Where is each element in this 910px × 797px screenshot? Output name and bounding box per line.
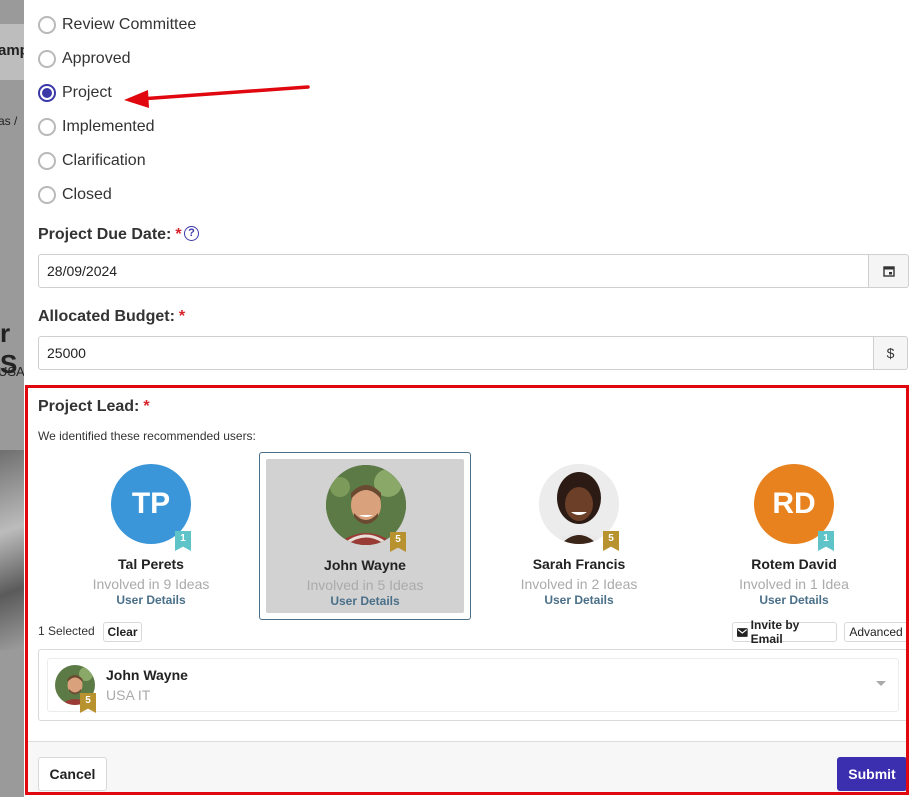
radio-label: Approved — [62, 50, 131, 67]
budget-label-text: Allocated Budget: — [38, 308, 175, 325]
radio-approved[interactable]: Approved — [38, 48, 131, 70]
radio-implemented[interactable]: Implemented — [38, 116, 155, 138]
radio-label: Implemented — [62, 118, 155, 135]
radio-button[interactable] — [38, 50, 56, 68]
required-mark: * — [175, 226, 182, 243]
radio-label: Clarification — [62, 152, 146, 169]
radio-button[interactable] — [38, 186, 56, 204]
background-image — [0, 450, 24, 650]
radio-label: Project — [62, 84, 112, 101]
required-mark: * — [178, 308, 186, 325]
calendar-button[interactable] — [869, 254, 909, 288]
project-lead-highlight-frame — [25, 385, 909, 795]
radio-clarification[interactable]: Clarification — [38, 150, 146, 172]
radio-label: Closed — [62, 186, 112, 203]
annotation-arrow-icon — [124, 85, 310, 108]
radio-button[interactable] — [38, 16, 56, 34]
budget-input[interactable]: 25000 — [38, 336, 874, 370]
radio-closed[interactable]: Closed — [38, 184, 112, 206]
question-circle-icon[interactable]: ? — [184, 226, 199, 241]
budget-label: Allocated Budget: * — [38, 308, 185, 326]
background-subtitle: USA — [0, 364, 24, 379]
radio-label: Review Committee — [62, 16, 197, 33]
status-change-modal: Review Committee Approved Project Implem… — [24, 0, 910, 797]
due-date-value: 28/09/2024 — [47, 263, 118, 279]
radio-button[interactable] — [38, 118, 56, 136]
radio-project[interactable]: Project — [38, 82, 112, 104]
radio-button-checked[interactable] — [38, 84, 56, 102]
background-breadcrumb: as / — [0, 114, 18, 128]
budget-value: 25000 — [47, 345, 86, 361]
due-date-label-text: Project Due Date: — [38, 226, 172, 243]
background-tab-text: amp — [0, 42, 24, 59]
due-date-label: Project Due Date: * — [38, 226, 182, 244]
radio-button[interactable] — [38, 152, 56, 170]
calendar-icon — [882, 266, 895, 277]
radio-review-committee[interactable]: Review Committee — [38, 14, 196, 36]
background-page: amp as / r S USA — [0, 0, 24, 797]
currency-symbol: $ — [886, 345, 895, 361]
currency-addon: $ — [874, 336, 908, 370]
due-date-input[interactable]: 28/09/2024 — [38, 254, 869, 288]
